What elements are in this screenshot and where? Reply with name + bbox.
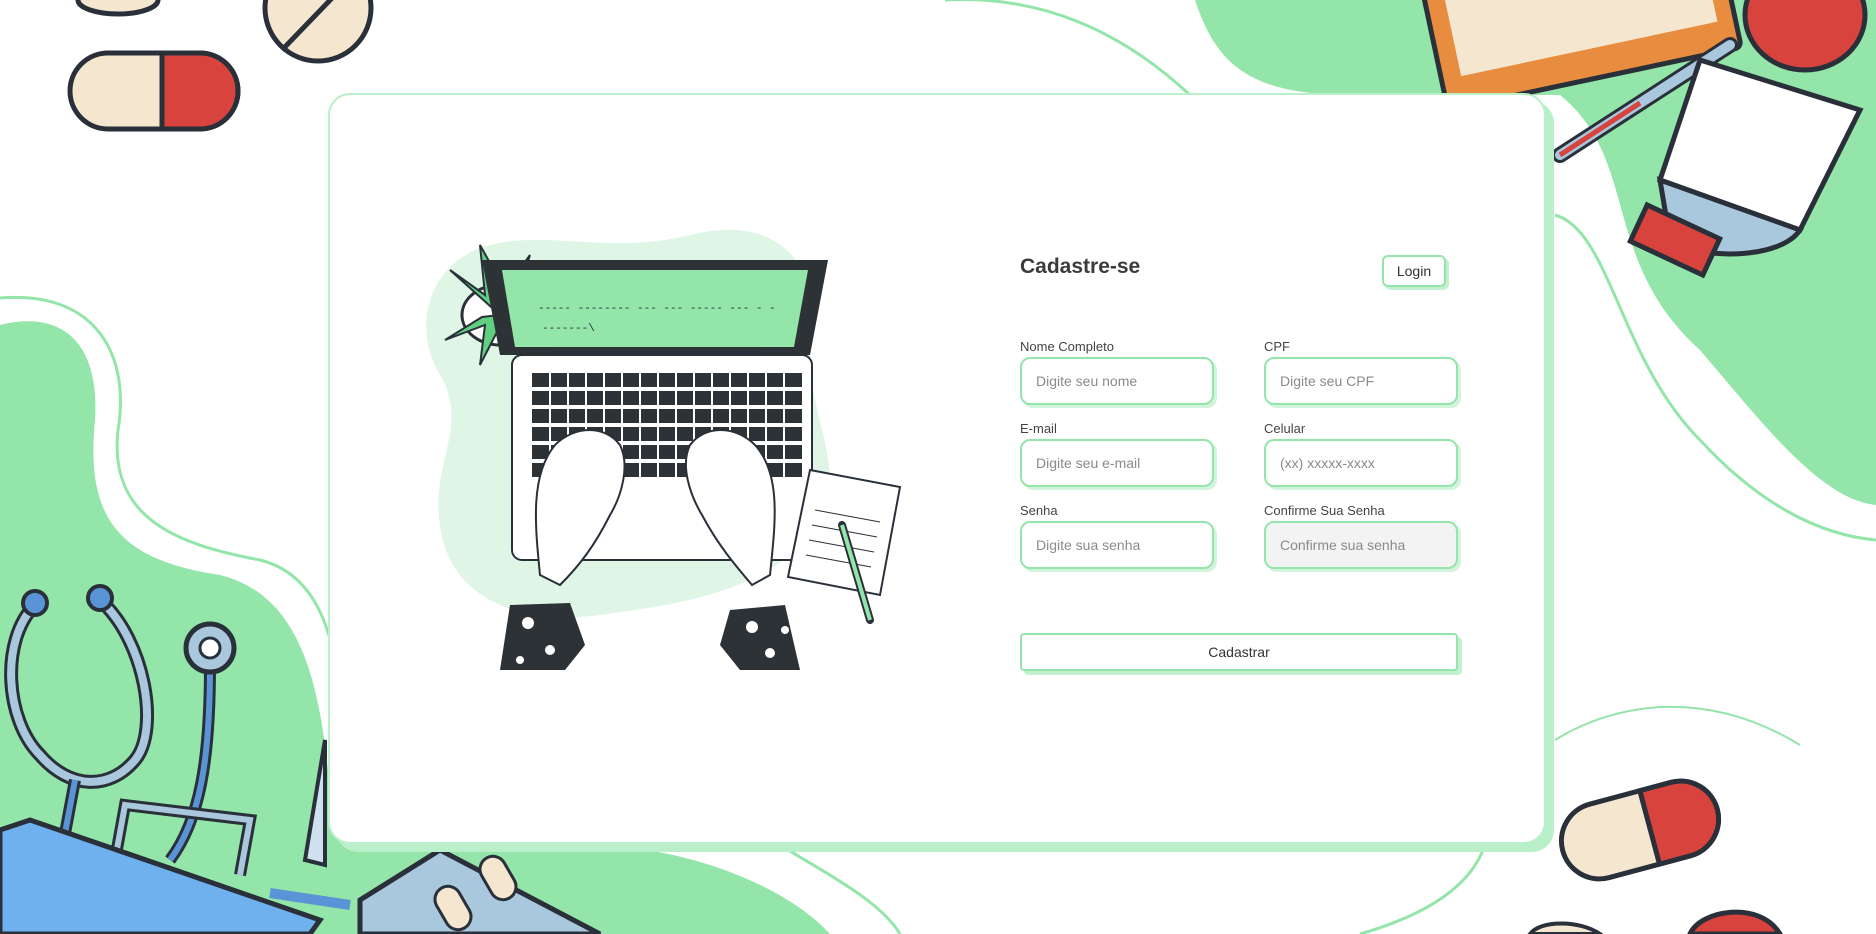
cpf-label: CPF <box>1264 339 1290 354</box>
email-label: E-mail <box>1020 421 1057 436</box>
pill-icon <box>1558 778 1722 882</box>
password-input[interactable] <box>1020 521 1214 569</box>
confirm-password-input[interactable] <box>1264 521 1458 569</box>
confirm-password-field-group: Confirme Sua Senha <box>1264 503 1458 569</box>
password-field-group: Senha <box>1020 503 1214 569</box>
name-field-group: Nome Completo <box>1020 339 1214 405</box>
pill-icon <box>1687 909 1783 934</box>
wave-line-top <box>945 0 1192 97</box>
name-input[interactable] <box>1020 357 1214 405</box>
laptop-illustration: ----- -------- --- --- ----- --- - - ---… <box>426 229 902 670</box>
pill-icon <box>75 0 161 17</box>
left-sleeve <box>500 603 585 670</box>
submit-button[interactable]: Cadastrar <box>1020 633 1458 671</box>
email-input[interactable] <box>1020 439 1214 487</box>
cpf-input[interactable] <box>1264 357 1458 405</box>
right-sleeve <box>720 605 800 670</box>
page-title: Cadastre-se <box>1020 255 1141 278</box>
phone-label: Celular <box>1264 421 1306 436</box>
password-label: Senha <box>1020 503 1058 518</box>
register-card: ----- -------- --- --- ----- --- - - ---… <box>328 93 1546 844</box>
confirm-password-label: Confirme Sua Senha <box>1264 503 1385 518</box>
login-button[interactable]: Login <box>1382 255 1446 287</box>
pill-icon <box>67 50 241 132</box>
wave-line-right <box>1554 705 1801 746</box>
pill-icon <box>262 0 374 64</box>
name-label: Nome Completo <box>1020 339 1114 354</box>
phone-input[interactable] <box>1264 439 1458 487</box>
screen-code-line-1: ----- -------- --- --- ----- --- - - <box>538 303 776 315</box>
email-field-group: E-mail <box>1020 421 1214 487</box>
screen-code-line-2: -------\ <box>542 323 595 335</box>
pill-icon <box>1527 921 1604 934</box>
phone-field-group: Celular <box>1264 421 1458 487</box>
cpf-field-group: CPF <box>1264 339 1458 405</box>
